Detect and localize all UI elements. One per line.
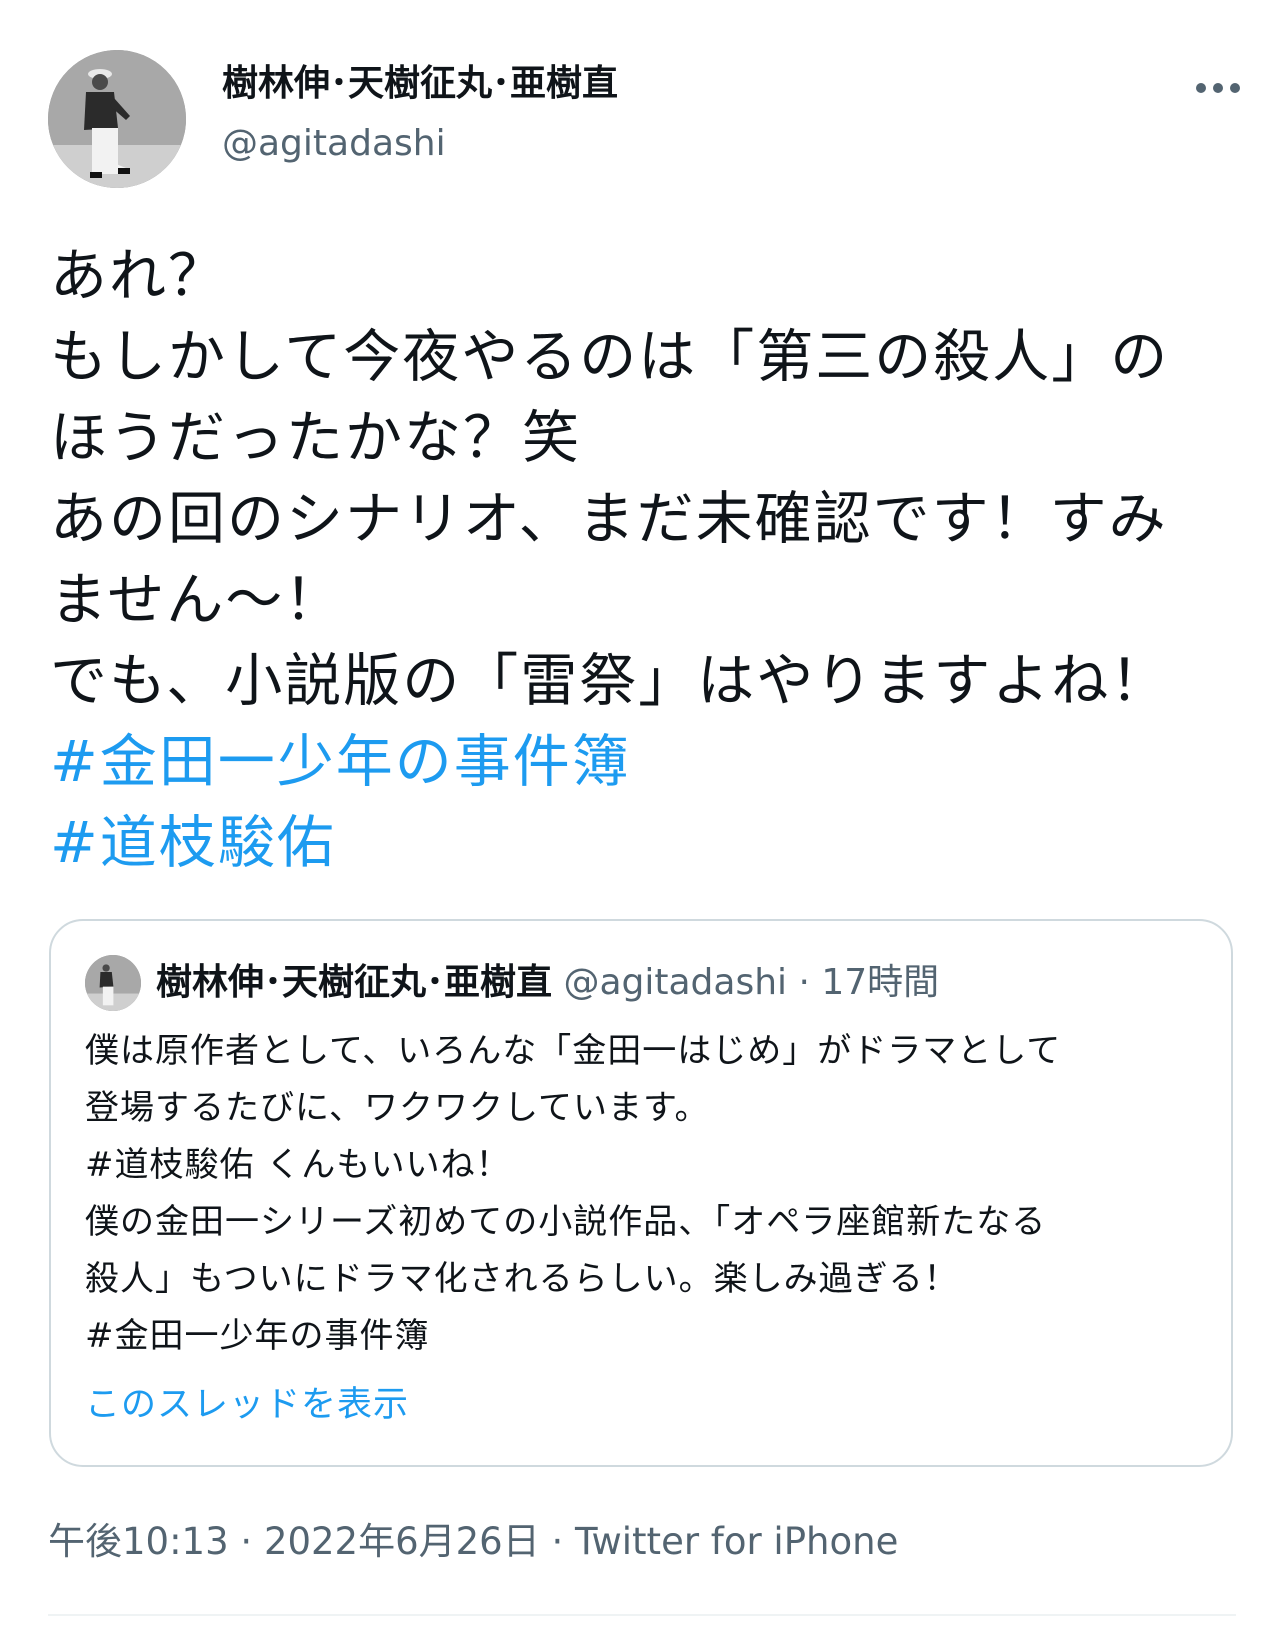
more-horizontal-icon-dot <box>1213 83 1223 93</box>
tweet-time[interactable]: 午後10:13 <box>48 1520 229 1563</box>
more-options-button[interactable] <box>1190 68 1246 108</box>
quoted-tweet-card[interactable]: 樹林伸･天樹征丸･亜樹直 @agitadashi · 17時間 僕は原作者として… <box>49 919 1233 1467</box>
quoted-line: 殺人」もついにドラマ化されるらしい。楽しみ過ぎる！ <box>85 1259 959 1299</box>
meta-separator: · <box>539 1520 576 1563</box>
divider <box>48 1614 1236 1616</box>
tweet-line: ません〜！ <box>50 567 344 633</box>
hashtag-link[interactable]: #金田一少年の事件簿 <box>50 722 1250 803</box>
show-thread-link[interactable]: このスレッドを表示 <box>85 1379 409 1431</box>
tweet-text: あれ？ もしかして今夜やるのは「第三の殺人」の ほうだったかな？笑 あの回のシナ… <box>50 236 1250 884</box>
quoted-tweet-time: · 17時間 <box>787 962 940 1003</box>
quoted-tweet-header: 樹林伸･天樹征丸･亜樹直 @agitadashi · 17時間 <box>156 959 939 1007</box>
tweet-line: でも、小説版の「雷祭」はやりますよね！ <box>50 648 1170 714</box>
hashtag-link[interactable]: #道枝駿佑 <box>50 803 1250 884</box>
quoted-line: 僕は原作者として、いろんな「金田一はじめ」がドラマとして <box>85 1031 1062 1071</box>
author-handle[interactable]: @agitadashi <box>222 118 446 170</box>
author-name[interactable]: 樹林伸･天樹征丸･亜樹直 <box>222 58 618 110</box>
tweet-metadata: 午後10:13 · 2022年6月26日 · Twitter for iPhon… <box>48 1515 898 1569</box>
tweet-line: あの回のシナリオ、まだ未確認です！すみ <box>50 486 1168 552</box>
quoted-line: 僕の金田一シリーズ初めての小説作品、「オペラ座館新たなる <box>85 1202 1047 1242</box>
tweet-line: もしかして今夜やるのは「第三の殺人」の <box>50 324 1170 390</box>
more-horizontal-icon <box>1196 83 1206 93</box>
profile-photo <box>85 955 141 1011</box>
tweet-line: あれ？ <box>50 243 227 309</box>
quoted-author-avatar[interactable] <box>85 955 141 1011</box>
tweet-source[interactable]: Twitter for iPhone <box>575 1520 898 1563</box>
profile-photo <box>48 50 186 188</box>
quoted-author-name[interactable]: 樹林伸･天樹征丸･亜樹直 <box>156 962 552 1003</box>
quoted-line: #道枝駿佑 くんもいいね！ <box>85 1145 511 1185</box>
tweet-date[interactable]: 2022年6月26日 <box>264 1520 540 1563</box>
tweet-line: ほうだったかな？笑 <box>50 405 581 471</box>
quoted-line: 登場するたびに、ワクワクしています。 <box>85 1088 710 1128</box>
more-horizontal-icon-dot <box>1230 83 1240 93</box>
tweet-detail: 樹林伸･天樹征丸･亜樹直 @agitadashi あれ？ もしかして今夜やるのは… <box>0 0 1284 1634</box>
quoted-line: #金田一少年の事件簿 <box>85 1316 430 1356</box>
meta-separator: · <box>228 1520 264 1563</box>
quoted-tweet-text: 僕は原作者として、いろんな「金田一はじめ」がドラマとして 登場するたびに、ワクワ… <box>85 1023 1061 1365</box>
author-avatar[interactable] <box>48 50 186 188</box>
quoted-author-handle[interactable]: @agitadashi <box>563 962 787 1003</box>
